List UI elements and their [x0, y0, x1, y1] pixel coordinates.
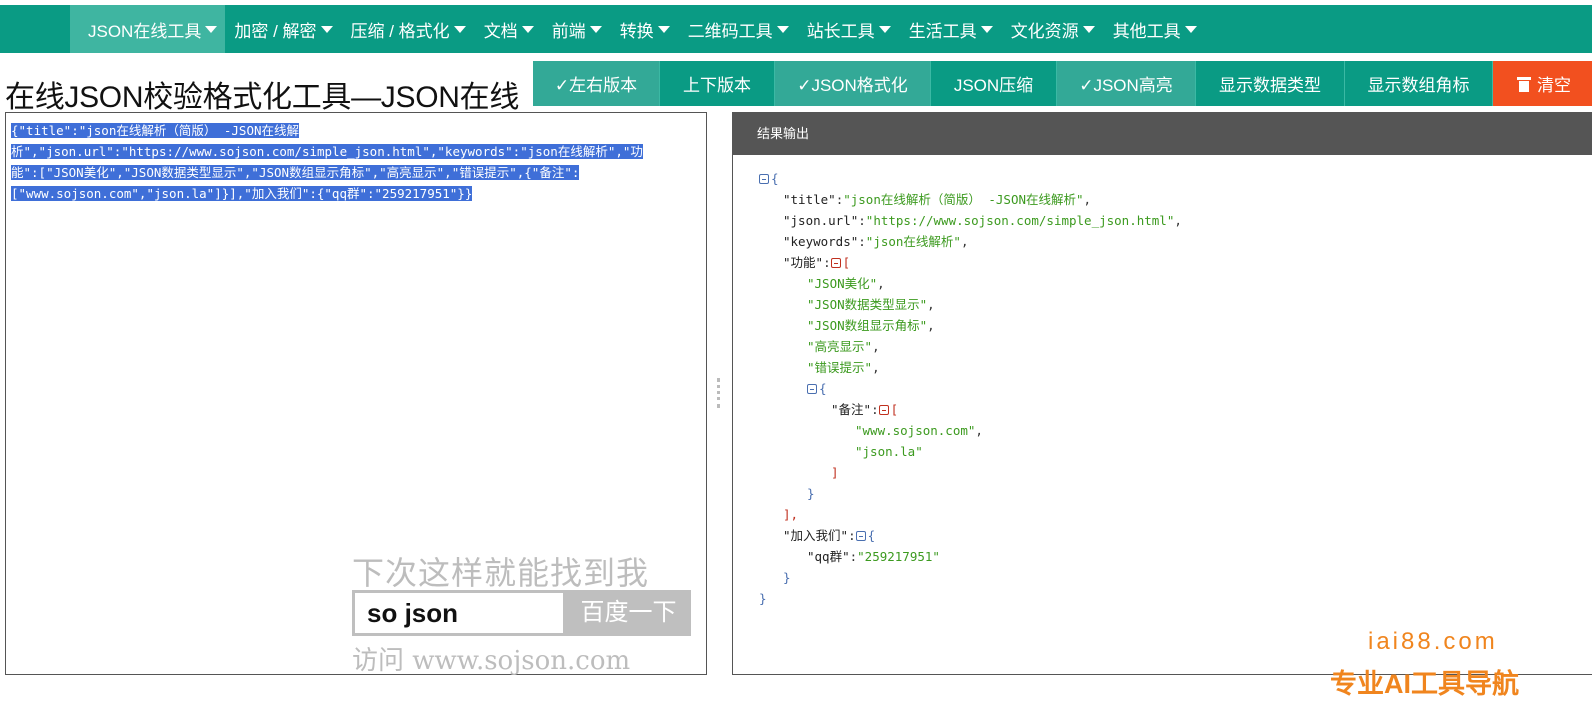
nav-other[interactable]: 其他工具	[1104, 5, 1206, 53]
tree-line: "加入我们":{	[783, 528, 876, 543]
tree-line: "title":"json在线解析（简版） -JSON在线解析",	[783, 192, 1092, 207]
collapse-toggle-icon[interactable]	[830, 258, 841, 268]
watermark-search-button: 百度一下	[566, 590, 691, 636]
caret-down-icon	[205, 26, 218, 33]
nav-culture[interactable]: 文化资源	[1002, 5, 1104, 53]
search-hint-watermark: 下次这样就能找到我 so json 百度一下 访问 www.sojson.com	[352, 548, 692, 676]
tree-line: "JSON数组显示角标",	[807, 318, 935, 333]
show-array-index-button[interactable]: 显示数组角标	[1345, 61, 1493, 106]
brand-slogan: 专业AI工具导航	[1330, 669, 1519, 699]
collapse-toggle-icon[interactable]	[807, 384, 817, 394]
nav-webmaster[interactable]: 站长工具	[798, 5, 900, 53]
top-bottom-layout-button[interactable]: 上下版本	[660, 61, 775, 106]
raw-line: 能":["JSON美化","JSON数据类型显示","JSON数组显示角标","…	[11, 165, 580, 180]
caret-down-icon	[320, 26, 333, 33]
tree-line: "qq群":"259217951"	[807, 549, 940, 564]
tree-line: {	[759, 378, 1182, 399]
caret-down-icon	[980, 26, 993, 33]
nav-frontend[interactable]: 前端	[543, 5, 611, 53]
collapse-toggle-icon[interactable]	[878, 405, 889, 415]
tree-line: "错误提示",	[807, 360, 880, 375]
watermark-caption-top: 下次这样就能找到我	[352, 554, 650, 592]
json-highlight-button[interactable]: ✓JSON高亮	[1057, 61, 1196, 106]
tree-line: "json.la"	[855, 444, 923, 459]
left-right-layout-button[interactable]: ✓左右版本	[533, 61, 660, 106]
top-navbar: JSON在线工具 加密 / 解密 压缩 / 格式化 文档 前端 转换 二维码工具…	[0, 5, 1592, 53]
caret-down-icon	[657, 26, 670, 33]
nav-convert[interactable]: 转换	[611, 5, 679, 53]
json-format-button[interactable]: ✓JSON格式化	[775, 61, 931, 106]
brand-domain: iai88.com	[1368, 628, 1498, 655]
caret-down-icon	[453, 26, 466, 33]
json-tree: { "title":"json在线解析（简版） -JSON在线解析", "jso…	[759, 168, 1182, 609]
raw-line: {"title":"json在线解析（简版） -JSON在线解	[11, 123, 300, 138]
nav-menu: JSON在线工具 加密 / 解密 压缩 / 格式化 文档 前端 转换 二维码工具…	[70, 5, 1206, 53]
caret-down-icon	[1184, 26, 1197, 33]
clear-button[interactable]: 清空	[1493, 61, 1592, 106]
tree-line: {	[759, 168, 1182, 189]
tree-line: "JSON数据类型显示",	[807, 297, 935, 312]
tree-line: }	[783, 570, 791, 585]
watermark-caption-bottom: 访问 www.sojson.com	[352, 646, 631, 676]
page-title: 在线JSON校验格式化工具—JSON在线	[5, 81, 520, 114]
watermark-search-box: so json	[352, 590, 566, 636]
caret-down-icon	[589, 26, 602, 33]
caret-down-icon	[521, 26, 534, 33]
raw-line: ["www.sojson.com","json.la"]}],"加入我们":{"…	[11, 186, 473, 201]
raw-json-text[interactable]: {"title":"json在线解析（简版） -JSON在线解 析","json…	[11, 120, 701, 204]
tree-line: "json.url":"https://www.sojson.com/simpl…	[783, 213, 1182, 228]
nav-qrcode[interactable]: 二维码工具	[679, 5, 798, 53]
nav-encrypt[interactable]: 加密 / 解密	[225, 5, 341, 53]
collapse-toggle-icon[interactable]	[855, 531, 866, 541]
caret-down-icon	[878, 26, 891, 33]
trash-icon	[1517, 76, 1531, 92]
tree-line: }	[807, 486, 815, 501]
caret-down-icon	[1082, 26, 1095, 33]
result-header: 结果输出	[733, 113, 1592, 155]
nav-json-tools[interactable]: JSON在线工具	[70, 5, 226, 53]
tree-line: "备注":[	[831, 402, 899, 417]
json-compress-button[interactable]: JSON压缩	[931, 61, 1057, 106]
caret-down-icon	[776, 26, 789, 33]
nav-compress-format[interactable]: 压缩 / 格式化	[342, 5, 475, 53]
show-data-types-button[interactable]: 显示数据类型	[1196, 61, 1345, 106]
raw-line: 析","json.url":"https://www.sojson.com/si…	[11, 144, 643, 159]
tree-line: ],	[783, 507, 799, 522]
tree-line: }	[759, 591, 767, 606]
tree-line: "www.sojson.com",	[855, 423, 983, 438]
panel-resize-handle[interactable]	[717, 378, 720, 408]
nav-docs[interactable]: 文档	[475, 5, 543, 53]
collapse-toggle-icon[interactable]	[759, 174, 769, 184]
result-panel: 结果输出 { "title":"json在线解析（简版） -JSON在线解析",…	[732, 112, 1592, 675]
toolbar: ✓左右版本 上下版本 ✓JSON格式化 JSON压缩 ✓JSON高亮 显示数据类…	[533, 61, 1592, 106]
tree-line: ]	[831, 465, 839, 480]
nav-life[interactable]: 生活工具	[900, 5, 1002, 53]
tree-line: "keywords":"json在线解析",	[783, 234, 969, 249]
tree-line: "功能":[	[783, 255, 851, 270]
tree-line: "高亮显示",	[807, 339, 880, 354]
tree-line: "JSON美化",	[807, 276, 885, 291]
